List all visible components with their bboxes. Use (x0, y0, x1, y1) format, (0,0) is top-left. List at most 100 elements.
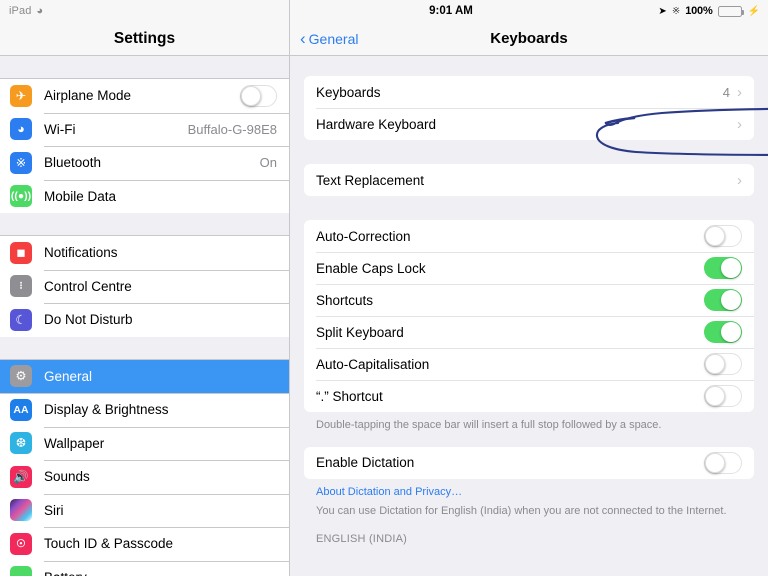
sidebar-gap (0, 336, 289, 360)
enable-caps-lock-toggle[interactable] (704, 257, 742, 279)
row-label: Text Replacement (316, 172, 425, 188)
row-label: Keyboards (316, 84, 381, 100)
sidebar-item-battery[interactable]: Battery (0, 560, 289, 576)
sidebar-item-mobile-data[interactable]: ((●)) Mobile Data (0, 179, 289, 213)
sidebar-group-connectivity: ✈ Airplane Mode ◕ Wi-Fi Buffalo-G-98E8 ※… (0, 79, 289, 213)
row-label: “.” Shortcut (316, 388, 383, 404)
dictation-footnote: You can use Dictation for English (India… (316, 504, 727, 517)
detail-nav-bar: ‹ General Keyboards (290, 22, 768, 56)
detail-title: Keyboards (490, 30, 568, 47)
language-section-header: ENGLISH (INDIA) (316, 532, 408, 545)
sidebar-item-control-centre[interactable]: ⁝ Control Centre (0, 269, 289, 303)
chevron-right-icon: › (737, 115, 742, 133)
sidebar-title-bar: Settings (0, 22, 289, 56)
sidebar-item-label: Mobile Data (44, 188, 117, 204)
sidebar-gap (0, 56, 289, 79)
text-replacement-card: Text Replacement › (304, 164, 754, 196)
row-label: Auto-Correction (316, 228, 411, 244)
row-label: Enable Dictation (316, 455, 415, 471)
lightning-bolt-icon: ⚡ (747, 5, 760, 17)
row-label: Hardware Keyboard (316, 116, 437, 132)
auto-correction-toggle[interactable] (704, 225, 742, 247)
sidebar-item-label: Do Not Disturb (44, 312, 133, 328)
wallpaper-icon: ❆ (10, 432, 32, 455)
sidebar-item-label: Display & Brightness (44, 402, 169, 418)
sidebar-item-label: Siri (44, 502, 64, 518)
split-keyboard-toggle[interactable] (704, 321, 742, 343)
row-label: Auto-Capitalisation (316, 356, 430, 372)
dictation-card: Enable Dictation (304, 446, 754, 479)
sidebar-item-label: Touch ID & Passcode (44, 536, 174, 552)
back-button-label: General (308, 30, 359, 47)
sidebar-item-label: Bluetooth (44, 155, 102, 171)
sidebar-item-touch-id-passcode[interactable]: ☉ Touch ID & Passcode (0, 527, 289, 561)
device-name-label: iPad (9, 5, 32, 17)
sidebar-item-label: Sounds (44, 469, 90, 485)
gear-icon: ⚙ (10, 365, 32, 388)
sidebar-group-notifications: ◼ Notifications ⁝ Control Centre ☾ Do No… (0, 236, 289, 337)
location-arrow-icon: ➤ (658, 5, 667, 17)
detail-content: Keyboards 4 › Hardware Keyboard › Text R… (290, 56, 768, 545)
auto-capitalisation-toggle[interactable] (704, 353, 742, 375)
enable-dictation-toggle[interactable] (704, 451, 742, 474)
keyboard-options-card: Auto-Correction Enable Caps Lock Shortcu… (304, 220, 754, 412)
sidebar-item-label: Wi-Fi (44, 121, 76, 137)
sidebar-item-label: General (44, 368, 93, 384)
wifi-icon: ◕ (10, 118, 32, 141)
row-label: Shortcuts (316, 292, 374, 308)
battery-icon (10, 566, 32, 576)
sidebar-item-label: Notifications (44, 245, 118, 261)
about-dictation-privacy-link[interactable]: About Dictation and Privacy… (304, 479, 754, 498)
sidebar-item-wifi[interactable]: ◕ Wi-Fi Buffalo-G-98E8 (0, 112, 289, 146)
cellular-icon: ((●)) (10, 185, 32, 208)
sidebar-item-label: Airplane Mode (44, 88, 132, 104)
sidebar-item-label: Wallpaper (44, 435, 105, 451)
row-auto-correction: Auto-Correction (304, 220, 754, 252)
row-keyboards[interactable]: Keyboards 4 › (304, 76, 754, 108)
row-hardware-keyboard[interactable]: Hardware Keyboard › (304, 108, 754, 140)
row-auto-capitalisation: Auto-Capitalisation (304, 348, 754, 380)
settings-sidebar: iPad ◕ Settings ✈ Airplane Mode ◕ Wi-Fi … (0, 0, 290, 576)
moon-icon: ☾ (10, 308, 32, 331)
bluetooth-state-value: On (259, 155, 277, 171)
sidebar-gap (0, 213, 289, 236)
keyboards-detail-panel: 9:01 AM ➤ ※ 100% ⚡ ‹ General Keyboards K… (290, 0, 768, 576)
back-button[interactable]: ‹ General (290, 28, 359, 48)
row-label: Enable Caps Lock (316, 260, 426, 276)
row-shortcuts: Shortcuts (304, 284, 754, 316)
sidebar-item-bluetooth[interactable]: ※ Bluetooth On (0, 146, 289, 180)
chevron-left-icon: ‹ (300, 28, 306, 48)
chevron-right-icon: › (737, 83, 742, 101)
period-shortcut-toggle[interactable] (704, 385, 742, 407)
sidebar-item-wallpaper[interactable]: ❆ Wallpaper (0, 426, 289, 460)
status-time: 9:01 AM (429, 5, 473, 17)
page-title: Settings (113, 29, 176, 47)
speaker-icon: 🔊 (10, 465, 32, 488)
shortcuts-toggle[interactable] (704, 289, 742, 311)
toggles-footnote: Double-tapping the space bar will insert… (316, 419, 662, 431)
detail-status-bar: 9:01 AM ➤ ※ 100% ⚡ (290, 0, 768, 22)
row-period-shortcut: “.” Shortcut (304, 380, 754, 412)
airplane-icon: ✈ (10, 84, 32, 107)
sidebar-item-label: Battery (44, 570, 87, 576)
wifi-icon: ◕ (36, 4, 44, 17)
settings-app: iPad ◕ Settings ✈ Airplane Mode ◕ Wi-Fi … (0, 0, 768, 576)
row-enable-dictation: Enable Dictation (304, 447, 754, 479)
keyboards-count-value: 4 (722, 84, 730, 100)
chevron-right-icon: › (737, 171, 742, 189)
sidebar-item-sounds[interactable]: 🔊 Sounds (0, 460, 289, 494)
sidebar-item-display-brightness[interactable]: AA Display & Brightness (0, 393, 289, 427)
sidebar-group-system: ⚙ General AA Display & Brightness ❆ Wall… (0, 359, 289, 576)
row-text-replacement[interactable]: Text Replacement › (304, 164, 754, 196)
sidebar-item-siri[interactable]: Siri (0, 493, 289, 527)
sidebar-item-notifications[interactable]: ◼ Notifications (0, 236, 289, 270)
sidebar-item-do-not-disturb[interactable]: ☾ Do Not Disturb (0, 303, 289, 337)
airplane-mode-toggle[interactable] (240, 84, 277, 107)
fingerprint-icon: ☉ (10, 532, 32, 555)
row-split-keyboard: Split Keyboard (304, 316, 754, 348)
battery-icon (717, 5, 744, 17)
sidebar-item-airplane-mode[interactable]: ✈ Airplane Mode (0, 79, 289, 113)
bluetooth-icon: ※ (10, 151, 32, 174)
wifi-network-value: Buffalo-G-98E8 (187, 121, 277, 137)
sidebar-item-general[interactable]: ⚙ General (0, 359, 289, 393)
